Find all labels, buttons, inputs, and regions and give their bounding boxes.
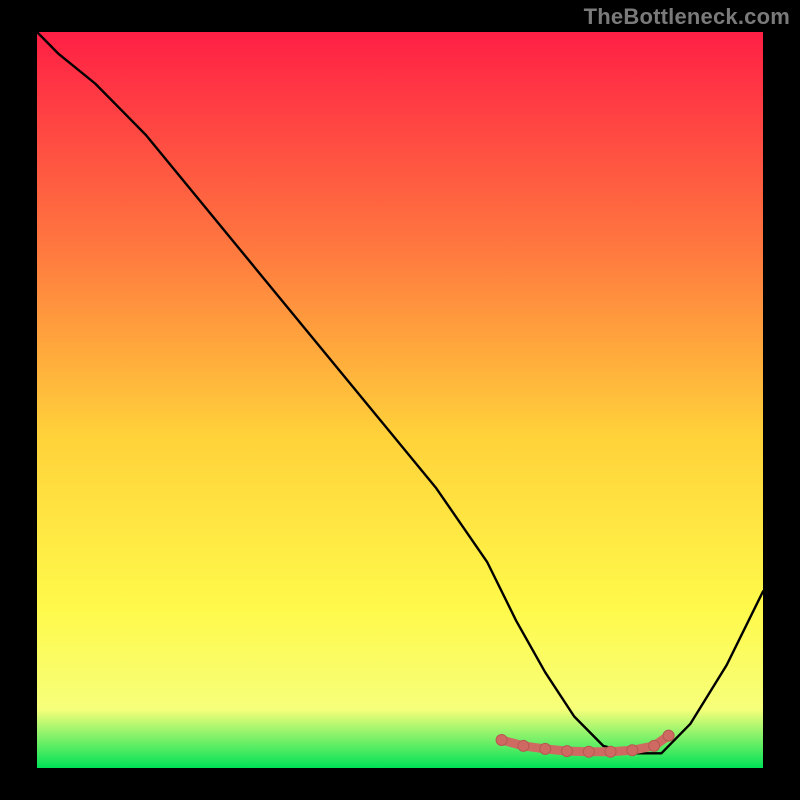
marker-dot bbox=[562, 746, 573, 757]
chart-svg bbox=[37, 32, 763, 768]
marker-dot bbox=[649, 740, 660, 751]
marker-dot bbox=[663, 730, 674, 741]
marker-dot bbox=[605, 746, 616, 757]
chart-frame: TheBottleneck.com bbox=[0, 0, 800, 800]
marker-dot bbox=[627, 745, 638, 756]
plot-area bbox=[37, 32, 763, 768]
gradient-background bbox=[37, 32, 763, 768]
marker-dot bbox=[518, 740, 529, 751]
marker-dot bbox=[540, 743, 551, 754]
watermark-text: TheBottleneck.com bbox=[584, 4, 790, 30]
marker-dot bbox=[583, 746, 594, 757]
marker-dot bbox=[496, 735, 507, 746]
